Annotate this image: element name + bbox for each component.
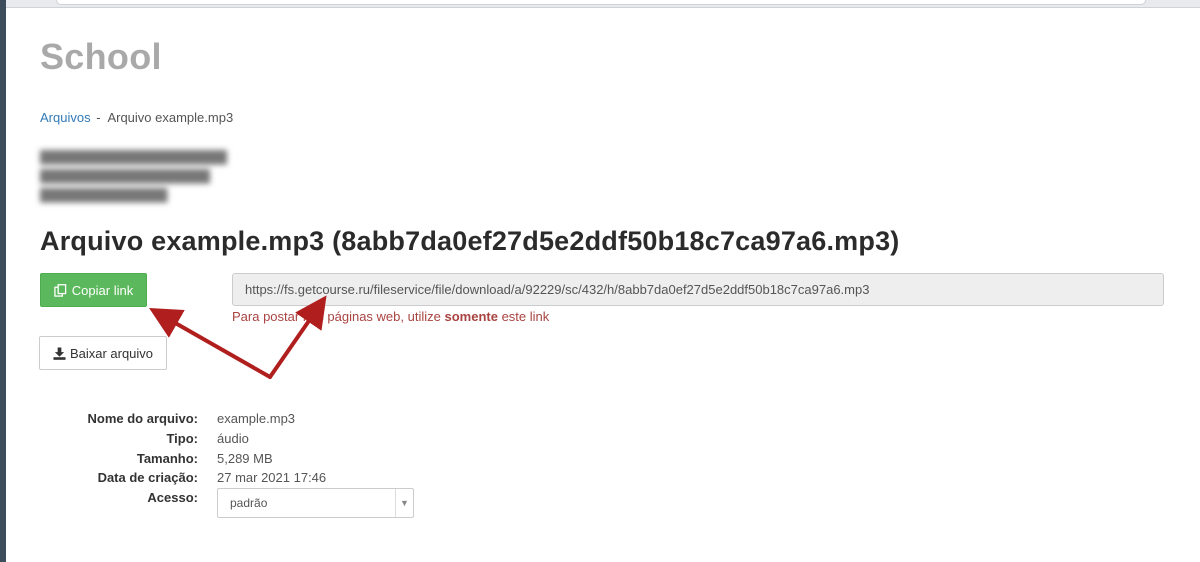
detail-row-type: Tipo: áudio <box>40 429 326 449</box>
redacted-line: ████████████████████ <box>40 169 211 183</box>
breadcrumb-current: Arquivo example.mp3 <box>107 110 234 125</box>
detail-row-created: Data de criação: 27 mar 2021 17:46 <box>40 468 327 488</box>
link-hint-text-end: este link <box>501 309 550 324</box>
redacted-info-block: ██████████████████████ █████████████████… <box>40 148 227 205</box>
breadcrumb: Arquivos - Arquivo example.mp3 <box>40 110 233 125</box>
detail-value-filename: example.mp3 <box>217 411 296 427</box>
breadcrumb-separator: - <box>96 110 101 125</box>
site-title[interactable]: School <box>40 36 162 78</box>
detail-label: Data de criação: <box>97 470 198 486</box>
window-left-edge <box>0 0 6 562</box>
copy-link-label: Copiar link <box>71 282 134 298</box>
download-file-button[interactable]: Baixar arquivo <box>39 336 167 370</box>
access-select-value: padrão <box>230 496 268 510</box>
link-hint-text: Para postar nas páginas web, utilize <box>232 309 441 324</box>
link-hint-bold: somente <box>444 309 498 324</box>
detail-value-created: 27 mar 2021 17:46 <box>217 470 327 486</box>
detail-value-type: áudio <box>217 431 249 447</box>
access-select[interactable]: padrão ▼ <box>217 488 414 518</box>
detail-row-size: Tamanho: 5,289 MB <box>40 448 326 468</box>
copy-icon <box>54 283 67 297</box>
browser-top-strip <box>6 0 1200 8</box>
link-hint: Para postar nas páginas web, utilize som… <box>232 309 549 324</box>
copy-link-button[interactable]: Copiar link <box>40 273 147 307</box>
file-url-field[interactable]: https://fs.getcourse.ru/fileservice/file… <box>232 273 1164 306</box>
download-file-label: Baixar arquivo <box>69 345 154 361</box>
browser-tab-edge <box>56 0 1146 5</box>
download-icon <box>53 346 66 360</box>
detail-label: Acesso: <box>147 490 198 506</box>
detail-label: Nome do arquivo: <box>87 411 198 427</box>
detail-row-filename: Nome do arquivo: example.mp3 <box>40 409 326 429</box>
detail-value-size: 5,289 MB <box>217 450 273 466</box>
page-title: Arquivo example.mp3 (8abb7da0ef27d5e2ddf… <box>40 226 900 256</box>
detail-label: Tamanho: <box>136 450 198 466</box>
caret-down-icon: ▼ <box>395 489 413 517</box>
detail-label: Tipo: <box>166 431 198 447</box>
redacted-line: ███████████████ <box>40 188 168 202</box>
redacted-line: ██████████████████████ <box>40 150 228 164</box>
breadcrumb-arquivos-link[interactable]: Arquivos <box>40 110 91 125</box>
